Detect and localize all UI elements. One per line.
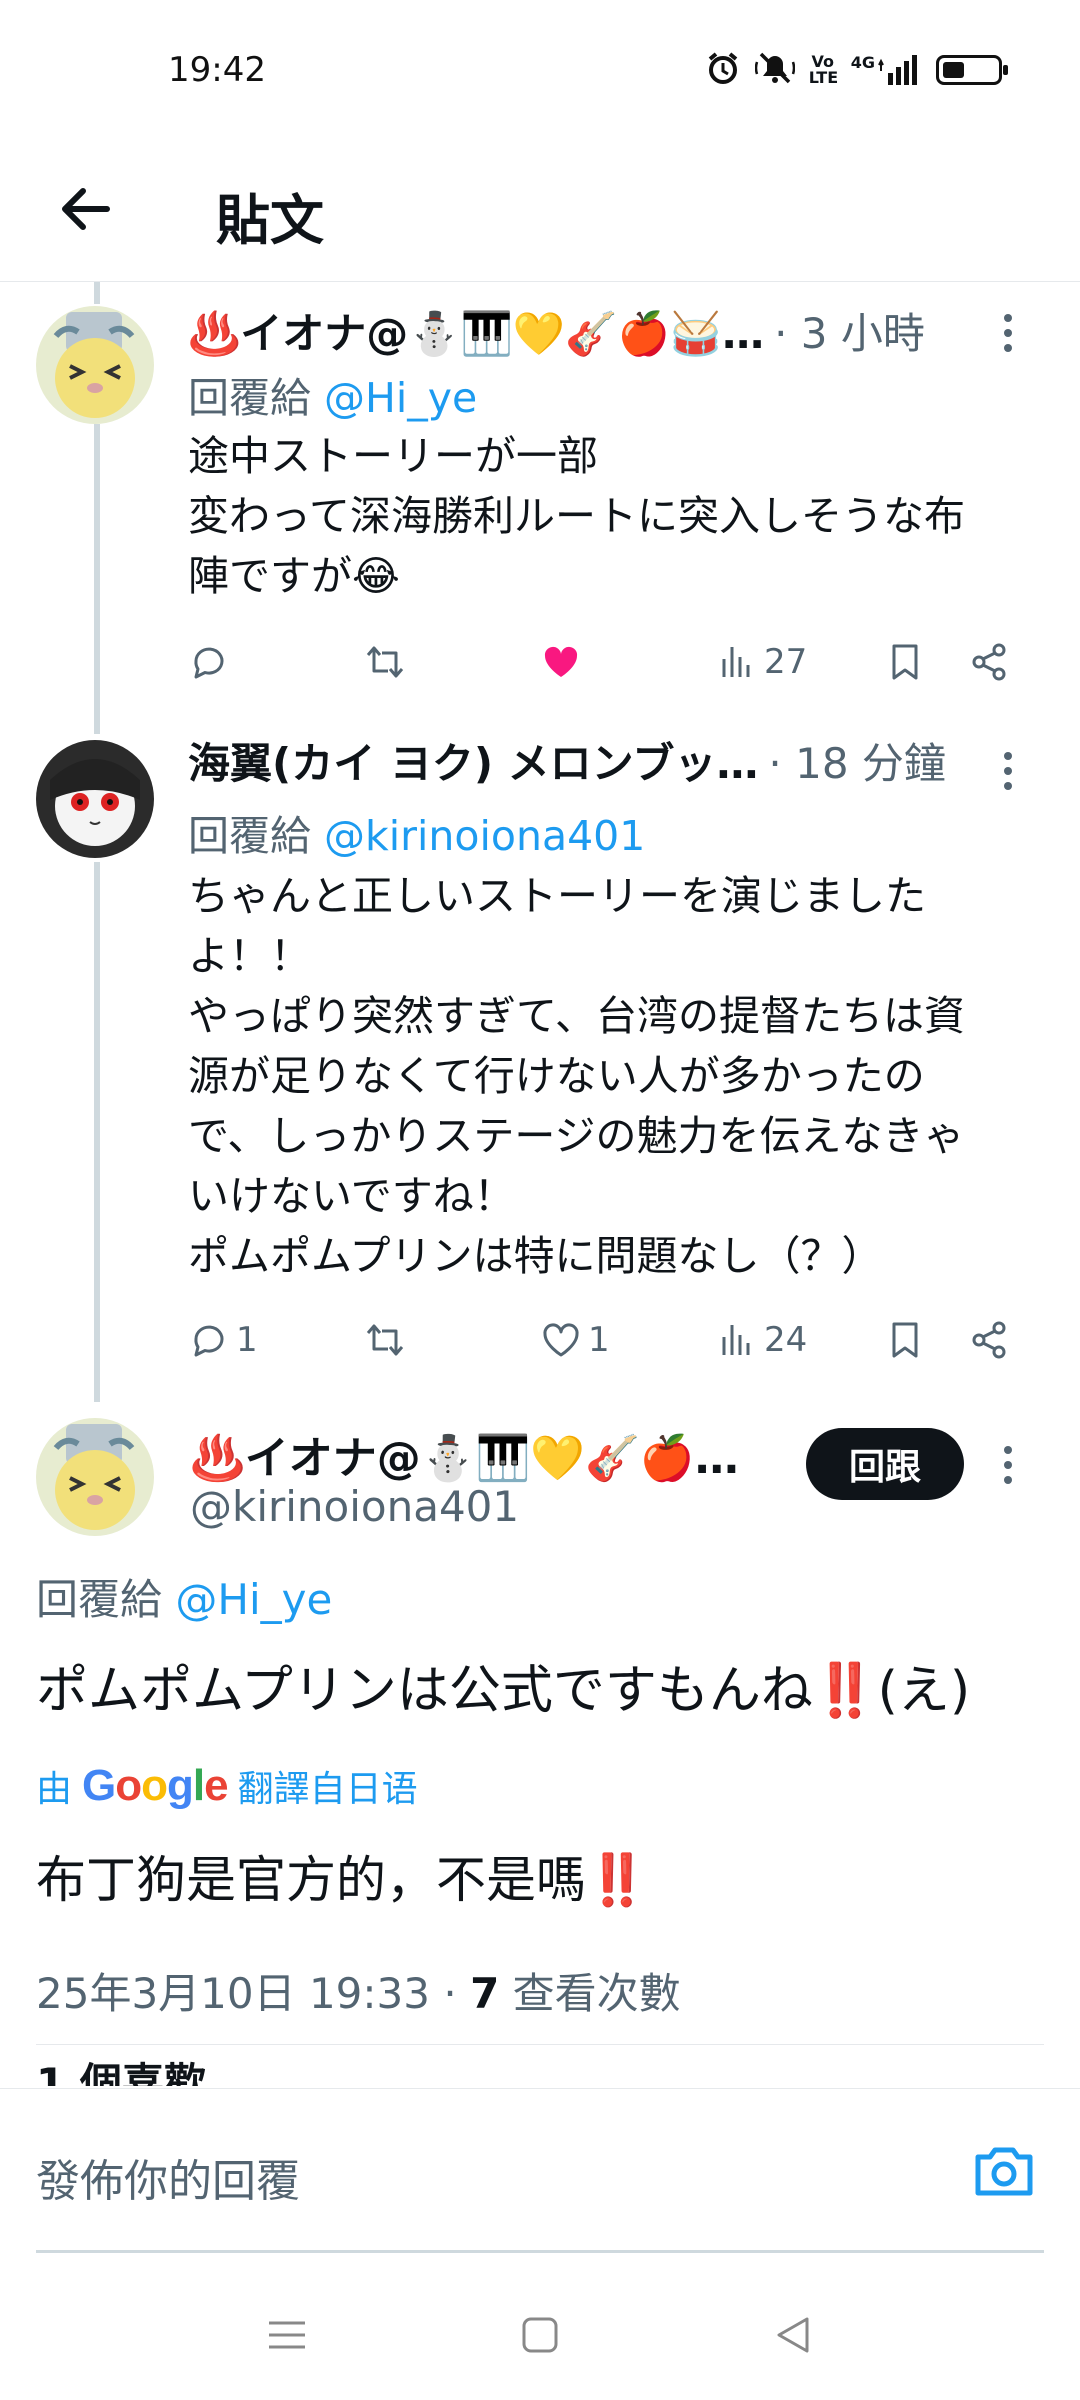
reply-to-line: 回覆給 @kirinoiona401 <box>188 812 646 860</box>
tweet-time: · 3 小時 <box>774 309 925 358</box>
tweet-timestamp: 25年3月10日 19:33 · 7 查看次數 <box>36 1969 681 2018</box>
reply-mention-link[interactable]: @kirinoiona401 <box>324 812 645 860</box>
google-logo: Google <box>82 1761 229 1810</box>
battery-icon <box>936 55 1008 85</box>
back-button[interactable] <box>50 174 120 244</box>
network-type: 4G <box>850 53 875 72</box>
thread-line <box>94 424 100 734</box>
avatar[interactable] <box>36 1418 154 1536</box>
divider <box>36 2044 1044 2045</box>
speech-bubble-icon <box>194 1325 224 1357</box>
reply-input[interactable]: 發佈你的回覆 <box>36 2145 300 2209</box>
home-nav-button[interactable] <box>510 2305 570 2365</box>
display-name[interactable]: ♨️イオナ@⛄🎹💛🎸🍎… <box>190 1422 739 1486</box>
tweet-time: · 18 分鐘 <box>768 739 946 788</box>
reply-mention-link[interactable]: @Hi_ye <box>175 1575 332 1624</box>
translation-attribution[interactable]: 由 Google 翻譯自日语 <box>36 1760 418 1812</box>
page-title: 貼文 <box>216 189 324 252</box>
status-bar: 19:42 Vo LTE 4G <box>0 0 1080 140</box>
camera-icon <box>975 2147 1033 2196</box>
reply-to-line: 回覆給 @Hi_ye <box>36 1575 333 1624</box>
views-button[interactable]: 27 <box>716 632 807 692</box>
share-icon <box>972 643 1006 681</box>
reply-button[interactable] <box>188 632 236 692</box>
square-icon <box>522 2317 558 2353</box>
view-count: 7 <box>470 1969 500 2018</box>
menu-icon <box>268 2321 305 2349</box>
reply-to-line: 回覆給 @Hi_ye <box>188 374 478 422</box>
retweet-button[interactable] <box>364 632 412 692</box>
display-name[interactable]: ♨️イオナ@⛄🎹💛🎸🍎🥁… <box>188 300 764 361</box>
tweet-text: 途中ストーリーが一部 変わって深海勝利ルートに突入しそうな布 陣ですが😂 <box>188 432 965 600</box>
retweet-icon <box>366 1324 404 1356</box>
bookmark-button[interactable] <box>884 1310 926 1370</box>
camera-button[interactable] <box>972 2141 1036 2201</box>
share-icon <box>972 1321 1006 1359</box>
reply-mention-link[interactable]: @Hi_ye <box>324 374 477 422</box>
heart-icon <box>543 1323 579 1357</box>
back-nav-button[interactable] <box>763 2305 823 2365</box>
views-button[interactable]: 24 <box>716 1310 807 1370</box>
action-bar: 27 <box>188 632 1048 692</box>
tweet-header: ♨️イオナ@⛄🎹💛🎸🍎🥁… · 3 小時 <box>188 300 925 361</box>
status-time: 19:42 <box>168 50 266 90</box>
thread-line <box>94 282 100 304</box>
bookmark-icon <box>892 1322 918 1358</box>
follow-back-button[interactable]: 回跟 <box>806 1428 964 1500</box>
thread-line <box>94 862 100 1402</box>
avatar[interactable] <box>36 740 154 858</box>
share-button[interactable] <box>968 632 1010 692</box>
bar-chart-icon <box>722 647 750 677</box>
more-options-button[interactable] <box>988 746 1028 796</box>
retweet-icon <box>366 646 404 678</box>
heart-icon <box>544 646 578 677</box>
system-nav-bar <box>0 2270 1080 2400</box>
triangle-back-icon <box>777 2317 809 2353</box>
composer-underline <box>36 2250 1044 2253</box>
share-button[interactable] <box>968 1310 1010 1370</box>
avatar[interactable] <box>36 306 154 424</box>
display-name[interactable]: 海翼(カイ ヨク) メロンブッ… <box>188 730 758 791</box>
mute-icon <box>754 50 795 90</box>
arrow-left-icon <box>62 188 110 230</box>
bar-chart-icon <box>722 1325 750 1355</box>
bookmark-icon <box>892 644 918 680</box>
tweet-text: ポムポムプリンは公式ですもんね‼️(え) <box>36 1661 971 1721</box>
tweet-text: ちゃんと正しいストーリーを演じました よ！！ やっぱり突然すぎて、台湾の提督たち… <box>188 872 965 1280</box>
menu-nav-button[interactable] <box>257 2305 317 2365</box>
like-button[interactable]: 1 <box>540 1310 610 1370</box>
volte-indicator: Vo LTE <box>808 52 839 87</box>
engagement-count[interactable]: 1 個喜歡 <box>36 2050 206 2086</box>
reply-composer: 發佈你的回覆 <box>0 2088 1080 2256</box>
signal-icon: 4G <box>851 53 922 87</box>
tweet-header: 海翼(カイ ヨク) メロンブッ… · 18 分鐘 <box>188 730 946 791</box>
bookmark-button[interactable] <box>884 632 926 692</box>
translated-text: 布丁狗是官方的，不是嗎‼️ <box>36 1851 649 1909</box>
status-icons: Vo LTE 4G <box>705 48 1008 92</box>
more-options-button[interactable] <box>988 1440 1028 1490</box>
user-handle[interactable]: @kirinoiona401 <box>190 1482 519 1531</box>
retweet-button[interactable] <box>364 1310 412 1370</box>
action-bar: 1 1 24 <box>188 1310 1048 1370</box>
alarm-icon <box>705 50 741 90</box>
more-options-button[interactable] <box>988 308 1028 358</box>
like-button[interactable] <box>540 632 588 692</box>
reply-button[interactable]: 1 <box>188 1310 258 1370</box>
top-app-bar: 貼文 <box>0 140 1080 282</box>
speech-bubble-icon <box>194 647 224 679</box>
